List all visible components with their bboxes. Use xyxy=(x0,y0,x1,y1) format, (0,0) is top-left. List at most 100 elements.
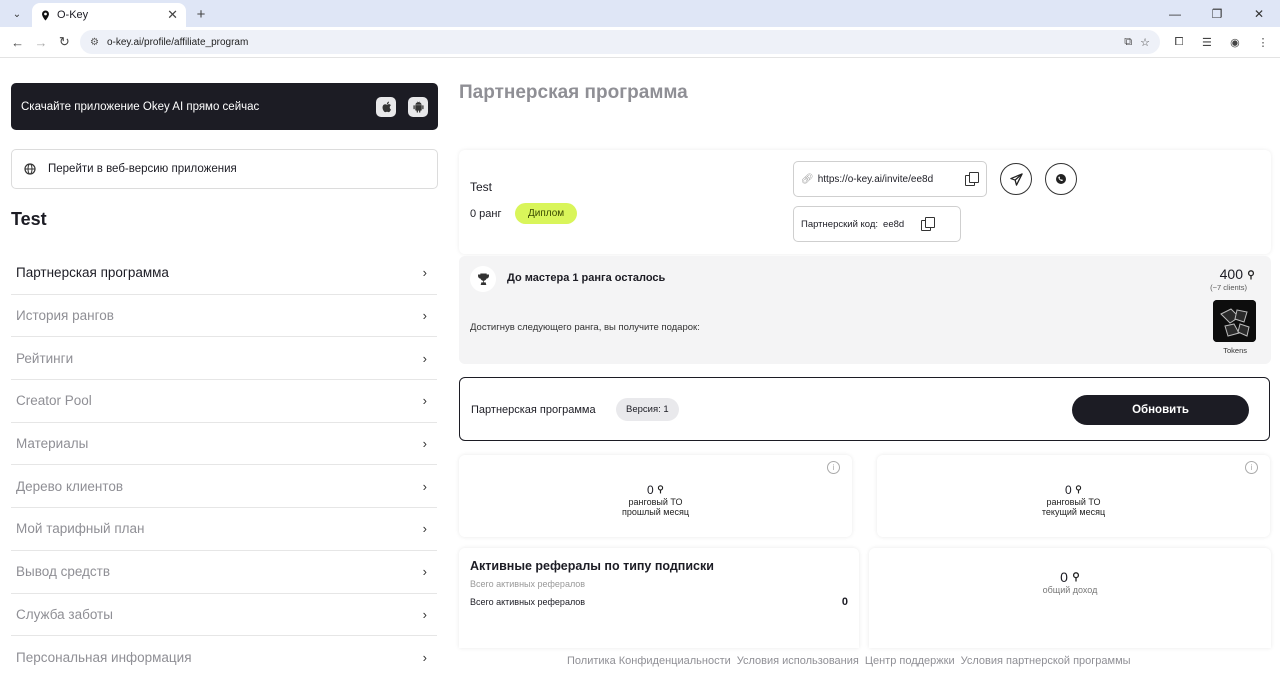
sidebar-item-materials[interactable]: Материалы › xyxy=(11,423,437,466)
url-text[interactable]: o-key.ai/profile/affiliate_program xyxy=(107,37,1116,48)
bookmark-star-icon[interactable]: ☆ xyxy=(1140,36,1150,49)
pin-currency-icon xyxy=(1075,485,1082,494)
browser-menu-icon[interactable]: ⋮ xyxy=(1252,31,1274,53)
referrals-row-label: Всего активных рефералов xyxy=(470,597,586,607)
sidebar-item-rank-history[interactable]: История рангов › xyxy=(11,295,437,338)
install-app-icon[interactable]: ⧉ xyxy=(1124,36,1132,49)
program-version-badge: Версия: 1 xyxy=(616,398,679,421)
web-version-label: Перейти в веб-версию приложения xyxy=(48,163,237,175)
sidebar-item-tariff-plan[interactable]: Мой тарифный план › xyxy=(11,508,437,551)
sidebar-item-support[interactable]: Служба заботы › xyxy=(11,594,437,637)
footer-link-privacy[interactable]: Политика Конфиденциальности xyxy=(567,655,731,667)
address-bar-row: ← → ↻ ⚙ o-key.ai/profile/affiliate_progr… xyxy=(0,27,1280,58)
info-icon[interactable]: i xyxy=(1245,461,1258,474)
tokens-reward-image xyxy=(1213,300,1256,342)
site-info-icon[interactable]: ⚙ xyxy=(90,37,99,48)
sidebar-item-label: Служба заботы xyxy=(16,606,113,622)
trophy-icon xyxy=(470,266,496,292)
referrals-title: Активные рефералы по типу подписки xyxy=(470,559,714,573)
web-version-button[interactable]: Перейти в веб-версию приложения xyxy=(11,149,438,189)
sidebar-item-client-tree[interactable]: Дерево клиентов › xyxy=(11,465,437,509)
invite-link-field[interactable]: 🔗︎ https://o-key.ai/invite/ee8d xyxy=(793,161,987,197)
chevron-right-icon: › xyxy=(422,393,427,409)
new-tab-icon[interactable]: + xyxy=(190,3,212,25)
next-rank-gift-card: До мастера 1 ранга осталось Достигнув сл… xyxy=(459,256,1271,364)
window-close-icon[interactable]: ✕ xyxy=(1238,7,1280,21)
minimize-icon[interactable]: — xyxy=(1154,7,1196,21)
sidebar-item-label: Creator Pool xyxy=(16,393,92,409)
android-store-button[interactable] xyxy=(408,96,428,117)
chevron-right-icon: › xyxy=(422,650,427,666)
share-telegram-button[interactable] xyxy=(1000,163,1032,195)
stat-period: текущий месяц xyxy=(1041,507,1106,517)
chevron-right-icon: › xyxy=(422,308,427,324)
tab-search-chevron-icon[interactable]: ⌄ xyxy=(6,4,28,24)
sidebar-item-ratings[interactable]: Рейтинги › xyxy=(11,337,437,381)
stat-card-last-month: i 0 ранговый ТО прошлый месяц xyxy=(459,455,852,537)
restore-icon[interactable]: ❐ xyxy=(1196,7,1238,21)
whatsapp-icon xyxy=(1056,174,1066,184)
profile-icon[interactable]: ◉ xyxy=(1224,31,1246,53)
tokens-reward-caption: Tokens xyxy=(1223,346,1247,355)
profile-card: Test 0 ранг Диплом 🔗︎ https://o-key.ai/i… xyxy=(459,150,1271,254)
partner-code-field[interactable]: Партнерский код: ee8d xyxy=(793,206,961,242)
pin-currency-icon xyxy=(657,485,664,494)
stat-card-current-month: i 0 ранговый ТО текущий месяц xyxy=(877,455,1270,537)
sidebar-item-withdrawal[interactable]: Вывод средств › xyxy=(11,551,437,594)
next-rank-amount: 400 xyxy=(1219,266,1243,282)
sidebar-item-label: Материалы xyxy=(16,436,89,452)
sidebar: Скачайте приложение Okey AI прямо сейчас… xyxy=(11,83,438,679)
chevron-right-icon: › xyxy=(422,478,427,494)
omnibox[interactable]: ⚙ o-key.ai/profile/affiliate_program ⧉ ☆ xyxy=(79,30,1160,54)
share-whatsapp-button[interactable] xyxy=(1045,163,1077,195)
total-income-card: 0 общий доход xyxy=(869,548,1271,648)
next-rank-clients: (~7 clients) xyxy=(1210,283,1247,292)
back-icon[interactable]: ← xyxy=(6,30,29,54)
invite-link-text: https://o-key.ai/invite/ee8d xyxy=(817,173,934,185)
stat-label: ранговый ТО xyxy=(628,497,683,507)
sidebar-item-label: Рейтинги xyxy=(16,350,74,366)
copy-icon[interactable] xyxy=(965,172,979,186)
reload-icon[interactable]: ↻ xyxy=(53,30,76,54)
browser-tab[interactable]: O-Key ✕ xyxy=(32,3,186,27)
stat-label: ранговый ТО xyxy=(1046,497,1101,507)
copy-icon[interactable] xyxy=(921,217,936,231)
media-controls-icon[interactable]: ☰ xyxy=(1196,31,1218,53)
forward-icon[interactable]: → xyxy=(29,30,52,54)
sidebar-item-creator-pool[interactable]: Creator Pool › xyxy=(11,380,437,423)
chevron-right-icon: › xyxy=(422,564,427,580)
sidebar-item-personal-info[interactable]: Персональная информация › xyxy=(11,636,437,679)
partner-code-value: ee8d xyxy=(883,218,905,230)
sidebar-item-label: Дерево клиентов xyxy=(16,478,124,494)
globe-icon xyxy=(24,163,36,175)
apple-store-button[interactable] xyxy=(376,96,396,117)
extensions-icon[interactable]: ⧠ xyxy=(1168,31,1190,53)
location-pin-icon xyxy=(42,9,49,21)
footer-link-affiliate-terms[interactable]: Условия партнерской программы xyxy=(961,655,1131,667)
rank-badge: Диплом xyxy=(515,203,578,224)
android-icon xyxy=(412,100,424,113)
footer-link-terms[interactable]: Условия использования xyxy=(737,655,859,667)
referrals-subtitle: Всего активных рефералов xyxy=(470,579,586,589)
chevron-right-icon: › xyxy=(422,265,427,281)
telegram-send-icon xyxy=(1009,172,1023,186)
sidebar-item-label: История рангов xyxy=(16,308,114,324)
page-content: Скачайте приложение Okey AI прямо сейчас… xyxy=(0,58,1280,688)
referrals-row-value: 0 xyxy=(841,596,848,608)
stat-value: 0 xyxy=(459,483,852,497)
pin-currency-icon xyxy=(1247,270,1255,280)
profile-name: Test xyxy=(470,180,493,194)
profile-rank: 0 ранг xyxy=(470,208,502,220)
next-rank-title: До мастера 1 ранга осталось xyxy=(507,272,666,284)
sidebar-item-affiliate-program[interactable]: Партнерская программа › xyxy=(11,252,437,295)
link-icon: 🔗︎ xyxy=(801,173,814,185)
income-value: 0 xyxy=(869,569,1271,585)
browser-tabbar: ⌄ O-Key ✕ + — ❐ ✕ xyxy=(0,0,1280,27)
footer-link-support[interactable]: Центр поддержки xyxy=(865,655,955,667)
tab-close-icon[interactable]: ✕ xyxy=(167,7,178,23)
sidebar-item-label: Вывод средств xyxy=(16,564,111,580)
next-rank-subtitle: Достигнув следующего ранга, вы получите … xyxy=(470,322,700,333)
info-icon[interactable]: i xyxy=(827,461,840,474)
update-button[interactable]: Обновить xyxy=(1072,395,1249,425)
footer-links: Политика Конфиденциальности Условия испо… xyxy=(567,655,1131,667)
